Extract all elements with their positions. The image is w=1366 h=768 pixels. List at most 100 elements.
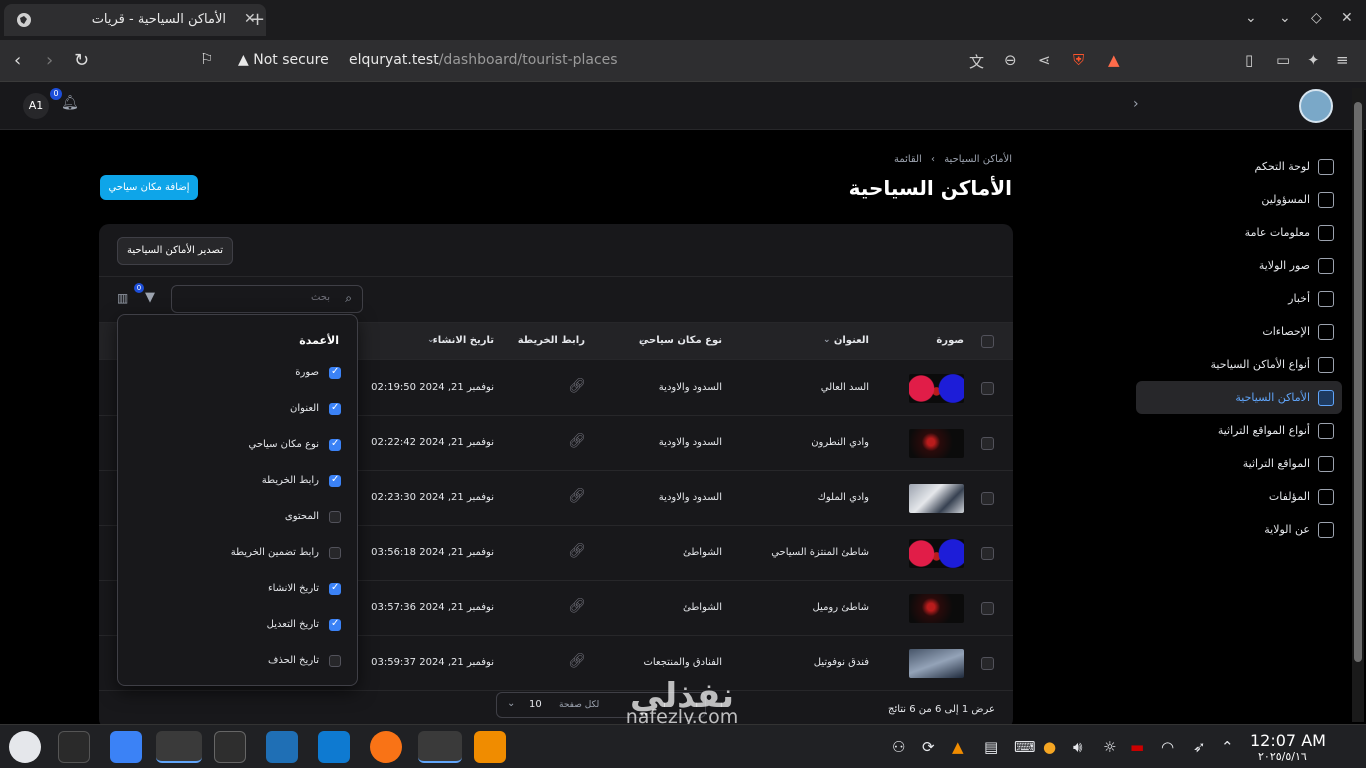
column-toggle-option[interactable]: تاريخ الانشاء [118,580,359,600]
browser-tab[interactable]: الأماكن السياحية - قريات ✕ [4,4,266,36]
postman-icon[interactable] [370,731,402,763]
row-checkbox[interactable] [981,437,994,450]
clock-time[interactable]: 12:07 AM [1250,731,1326,750]
scrollbar-thumb[interactable] [1354,102,1362,662]
column-header-title[interactable]: العنوان [834,335,869,346]
column-toggle-option[interactable]: تاريخ التعديل [118,616,359,636]
sidebar-item[interactable]: الإحصاءات [1136,315,1342,348]
link-icon[interactable]: 🔗︎ [568,653,586,669]
select-all-checkbox[interactable] [981,335,994,348]
brightness-icon[interactable]: ☼ [1103,738,1116,756]
url-field[interactable]: elquryat.test/dashboard/tourist-places [349,52,618,68]
vscode-icon[interactable] [318,731,350,763]
filter-icon[interactable]: ▼ [145,290,155,305]
sort-created-icon[interactable]: ⌄ [427,335,435,345]
row-checkbox[interactable] [981,492,994,505]
column-header-type[interactable]: نوع مكان سياحي [639,335,722,346]
settings-app-icon[interactable] [58,731,90,763]
minimize-icon[interactable]: ⌄ [1279,10,1291,26]
terminal-icon[interactable] [214,731,246,763]
export-button[interactable]: تصدير الأماكن السياحية [117,237,233,265]
zoom-icon[interactable]: ⊖ [1004,51,1017,69]
column-toggle-checkbox[interactable] [329,582,341,595]
sidebar-item[interactable]: أنواع الأماكن السياحية [1136,348,1342,381]
add-tourist-place-button[interactable]: إضافة مكان سياحي [100,175,198,200]
column-toggle-checkbox[interactable] [329,474,341,487]
link-icon[interactable]: 🔗︎ [568,488,586,504]
app-tray-icon[interactable]: ● [1043,738,1056,756]
sidebar-item[interactable]: المسؤولين [1136,183,1342,216]
volume-icon[interactable]: 🔊︎ [1073,738,1082,756]
bookmark-icon[interactable]: ⚐ [200,50,213,68]
link-icon[interactable]: 🔗︎ [568,378,586,394]
file-manager-icon[interactable] [156,731,202,763]
search-input[interactable]: بحث ⌕ [171,285,363,313]
keyboard-icon[interactable]: ⌨ [1014,738,1036,756]
forward-icon[interactable]: › [46,50,53,71]
column-toggle-checkbox[interactable] [329,618,341,631]
column-header-image[interactable]: صورة [936,335,964,346]
column-toggle-option[interactable]: العنوان [118,400,359,420]
new-tab-button[interactable]: + [250,9,265,30]
column-toggle-checkbox[interactable] [329,402,341,415]
columns-toggle-icon[interactable]: ▥ [117,291,128,305]
row-checkbox[interactable] [981,657,994,670]
share-icon[interactable]: ⋖ [1038,51,1051,69]
close-window-icon[interactable]: ✕ [1341,10,1353,26]
column-toggle-checkbox[interactable] [329,655,341,667]
user-avatar[interactable]: A1 [23,93,49,119]
column-toggle-option[interactable]: تاريخ الحذف [118,652,359,672]
sort-type-icon[interactable]: ⌄ [638,335,646,345]
update-icon[interactable]: ⟳ [922,738,935,756]
wifi-icon[interactable]: ◠ [1161,738,1174,756]
place-thumbnail[interactable] [909,374,964,403]
sidebar-item[interactable]: المؤلفات [1136,480,1342,513]
column-header-created-at[interactable]: تاريخ الانشاء [433,335,494,346]
tab-search-icon[interactable]: ⌄ [1245,10,1257,26]
sidebar-item[interactable]: المواقع التراثية [1136,447,1342,480]
column-toggle-option[interactable]: رابط تضمين الخريطة [118,544,359,564]
reload-icon[interactable]: ↻ [74,50,89,71]
column-toggle-checkbox[interactable] [329,547,341,559]
column-toggle-checkbox[interactable] [329,366,341,379]
row-checkbox[interactable] [981,602,994,615]
row-checkbox[interactable] [981,382,994,395]
maximize-icon[interactable]: ◇ [1311,10,1322,26]
brave-rewards-icon[interactable]: ▲ [1108,51,1120,69]
column-toggle-checkbox[interactable] [329,511,341,523]
sidebar-collapse-icon[interactable]: › [1133,96,1139,112]
column-toggle-option[interactable]: المحتوى [118,508,359,528]
store-app-icon[interactable] [110,731,142,763]
expand-tray-icon[interactable]: ⌃ [1221,738,1234,756]
place-thumbnail[interactable] [909,649,964,678]
menu-icon[interactable]: ≡ [1336,51,1349,69]
sidebar-item[interactable]: أنواع المواقع التراثية [1136,414,1342,447]
network-status-icon[interactable]: ⚇ [892,738,905,756]
sidebar-item[interactable]: أخبار [1136,282,1342,315]
vlc-icon[interactable] [474,731,506,763]
column-toggle-option[interactable]: نوع مكان سياحي [118,436,359,456]
sidebar-item[interactable]: الأماكن السياحية [1136,381,1342,414]
not-secure-indicator[interactable]: ▲ Not secure [238,52,329,68]
wallet-icon[interactable]: ▭ [1276,51,1290,69]
language-flag-icon[interactable]: ▬ [1130,738,1144,756]
link-icon[interactable]: 🔗︎ [568,598,586,614]
brave-browser-icon[interactable] [418,731,462,763]
bell-icon[interactable]: 🔔︎ [61,95,79,111]
sidebar-item[interactable]: معلومات عامة [1136,216,1342,249]
brave-shield-icon[interactable]: ⛨ [1073,51,1084,69]
page-scrollbar[interactable] [1352,88,1364,722]
breadcrumb-parent[interactable]: الأماكن السياحية [944,154,1012,165]
clipboard-icon[interactable]: ▤ [984,738,998,756]
sidebar-item[interactable]: صور الولاية [1136,249,1342,282]
row-checkbox[interactable] [981,547,994,560]
column-toggle-option[interactable]: رابط الخريطة [118,472,359,492]
translate-icon[interactable]: 文 [969,51,984,72]
column-toggle-checkbox[interactable] [329,438,341,451]
start-menu-icon[interactable] [9,731,41,763]
sort-title-icon[interactable]: ⌄ [823,335,831,345]
place-thumbnail[interactable] [909,539,964,568]
place-thumbnail[interactable] [909,429,964,458]
rocket-icon[interactable]: ➶ [1193,738,1206,756]
clock-date[interactable]: ٢٠٢٥/٥/١٦ [1258,750,1307,763]
